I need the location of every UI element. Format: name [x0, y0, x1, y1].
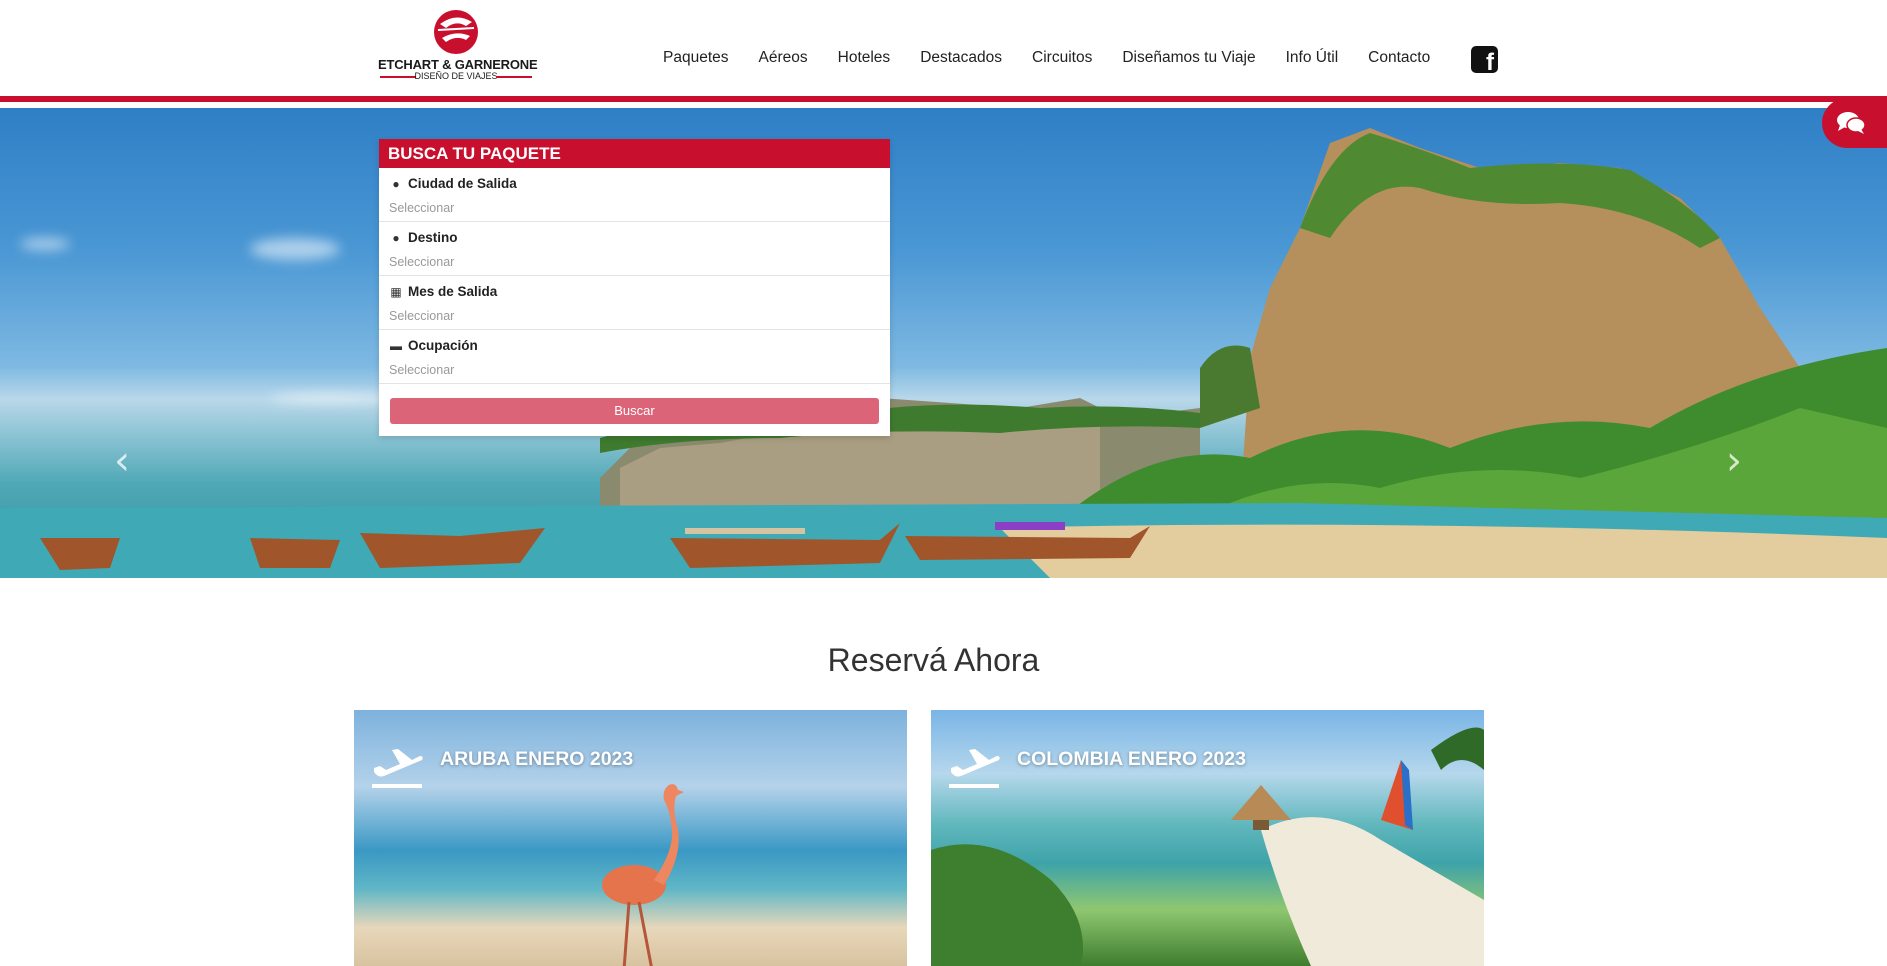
nav-item-info-util[interactable]: Info Útil — [1286, 49, 1339, 67]
boat-canopy — [995, 522, 1065, 530]
chat-button[interactable] — [1822, 98, 1887, 148]
chevron-right-icon[interactable]: › — [1726, 438, 1742, 484]
hero-carousel: ‹ › — [0, 108, 1887, 578]
chevron-left-icon[interactable]: ‹ — [114, 438, 130, 484]
departure-month-select[interactable]: Seleccionar — [389, 309, 881, 323]
occupancy-select[interactable]: Seleccionar — [389, 363, 881, 377]
hero-landscape — [0, 128, 1887, 578]
nav-item-destacados[interactable]: Destacados — [920, 49, 1002, 67]
package-search-panel: BUSCA TU PAQUETE ● Ciudad de Salida Sele… — [379, 139, 890, 436]
departure-city-select[interactable]: Seleccionar — [389, 201, 881, 215]
offer-card-colombia[interactable]: COLOMBIA ENERO 2023 — [931, 710, 1484, 966]
chat-bubbles-icon — [1837, 112, 1866, 134]
departure-month-label: ▦ Mes de Salida — [389, 284, 881, 299]
departure-city-label: ● Ciudad de Salida — [389, 176, 881, 191]
logo-line-right — [496, 76, 532, 78]
main-nav: Paquetes Aéreos Hoteles Destacados Circu… — [663, 49, 1460, 67]
departure-city-field[interactable]: ● Ciudad de Salida Seleccionar — [379, 168, 890, 222]
destination-select[interactable]: Seleccionar — [389, 255, 881, 269]
nav-item-hoteles[interactable]: Hoteles — [838, 49, 891, 67]
facebook-icon[interactable]: f — [1471, 46, 1498, 75]
card-title: ARUBA ENERO 2023 — [440, 748, 634, 770]
search-button[interactable]: Buscar — [390, 398, 879, 424]
card-title: COLOMBIA ENERO 2023 — [1017, 748, 1246, 770]
departure-month-label-text: Mes de Salida — [408, 284, 498, 299]
nav-item-paquetes[interactable]: Paquetes — [663, 49, 729, 67]
section-title: Reservá Ahora — [827, 642, 1040, 678]
nav-item-contacto[interactable]: Contacto — [1368, 49, 1430, 67]
occupancy-field[interactable]: ▬ Ocupación Seleccionar — [379, 330, 890, 384]
destination-field[interactable]: ● Destino Seleccionar — [379, 222, 890, 276]
offer-card-aruba[interactable]: ARUBA ENERO 2023 — [354, 710, 907, 966]
calendar-icon: ▦ — [390, 284, 402, 299]
nav-item-aereos[interactable]: Aéreos — [759, 49, 808, 67]
destination-label-text: Destino — [408, 230, 458, 245]
destination-label: ● Destino — [389, 230, 881, 245]
nav-item-circuitos[interactable]: Circuitos — [1032, 49, 1092, 67]
nav-item-disenamos[interactable]: Diseñamos tu Viaje — [1122, 49, 1255, 67]
brand-logo[interactable]: ETCHART & GARNERONE DISEÑO DE VIAJES — [378, 8, 538, 84]
airplane-departure-icon — [949, 749, 1000, 788]
map-marker-icon: ● — [392, 176, 400, 191]
site-header: ETCHART & GARNERONE DISEÑO DE VIAJES Paq… — [0, 0, 1887, 102]
departure-city-label-text: Ciudad de Salida — [408, 176, 517, 191]
brand-name: ETCHART & GARNERONE — [378, 57, 538, 72]
departure-month-field[interactable]: ▦ Mes de Salida Seleccionar — [379, 276, 890, 330]
occupancy-label-text: Ocupación — [408, 338, 478, 353]
logo-globe-icon — [434, 10, 478, 54]
search-panel-title: BUSCA TU PAQUETE — [379, 139, 890, 168]
bed-icon: ▬ — [390, 338, 402, 353]
card-image-flamingo — [602, 784, 684, 966]
airplane-departure-icon — [372, 749, 423, 788]
map-marker-icon: ● — [392, 230, 400, 245]
occupancy-label: ▬ Ocupación — [389, 338, 881, 353]
